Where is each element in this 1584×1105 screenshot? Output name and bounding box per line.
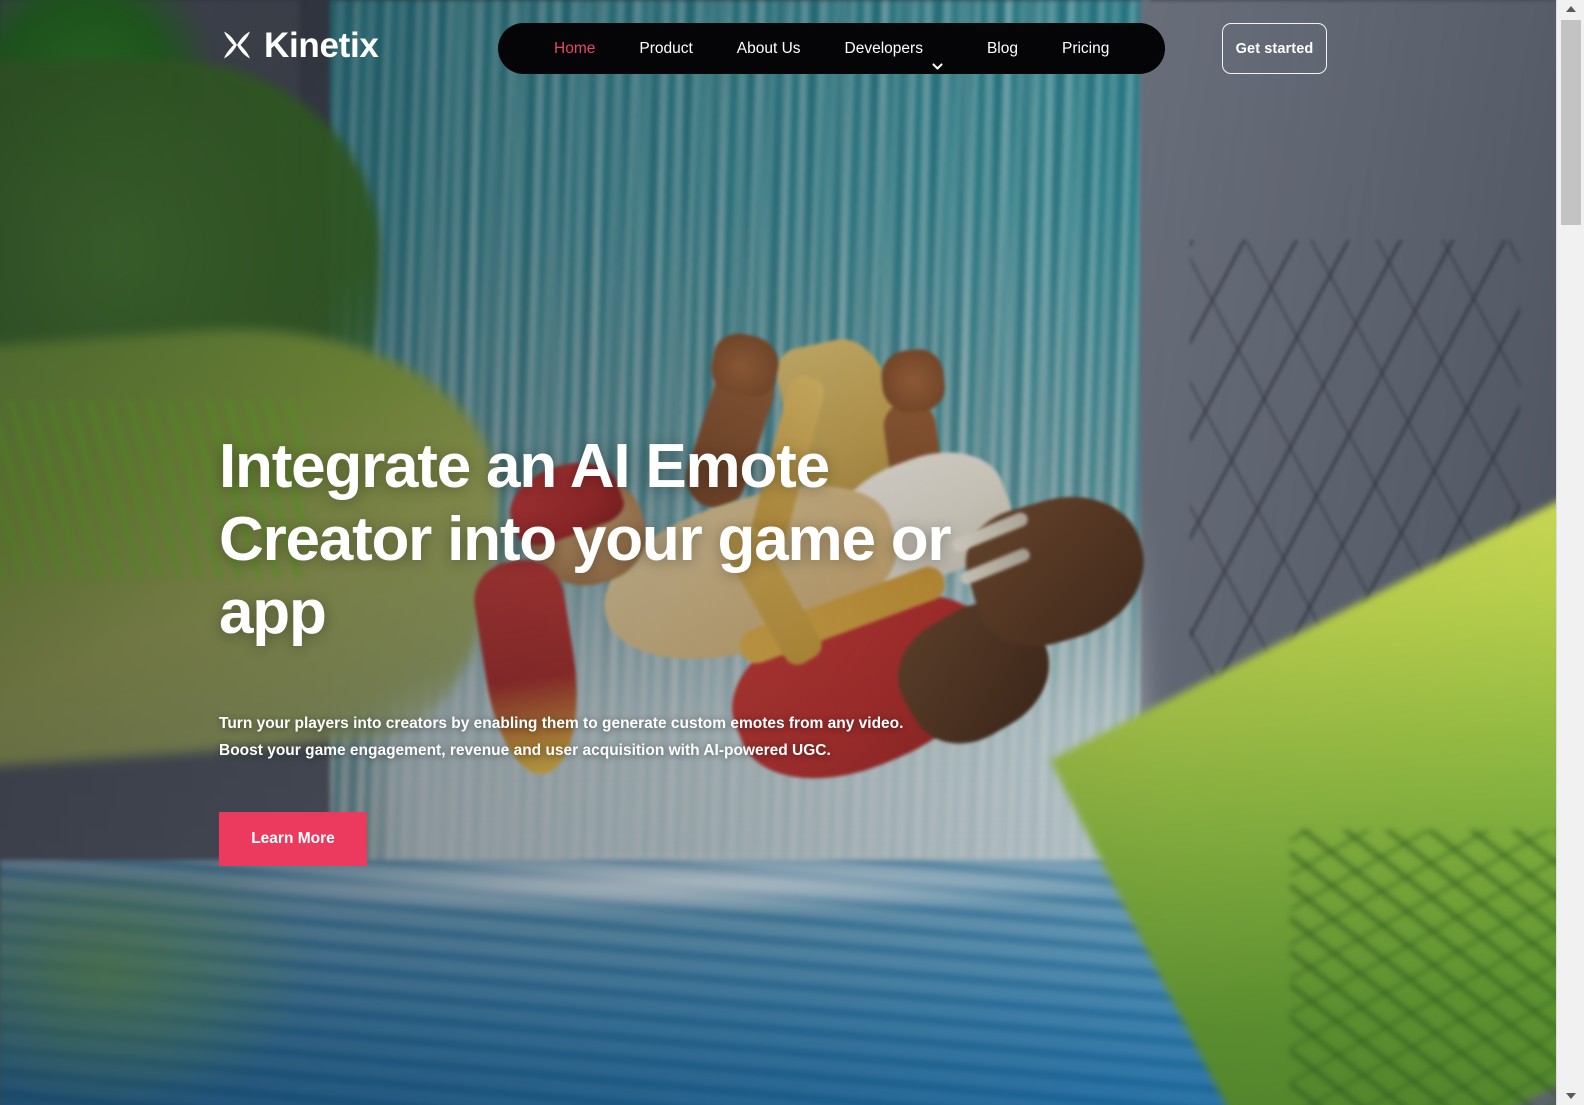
main-navigation: Home Product About Us Developers Blog Pr… xyxy=(498,23,1166,74)
nav-item-developers[interactable]: Developers xyxy=(823,23,965,74)
nav-item-label: Product xyxy=(639,40,693,57)
scroll-up-triangle xyxy=(1566,6,1576,12)
nav-item-label: Home xyxy=(554,40,596,57)
nav-item-blog[interactable]: Blog xyxy=(965,23,1040,74)
scroll-up-arrow-icon[interactable] xyxy=(1557,0,1584,18)
nav-item-pricing[interactable]: Pricing xyxy=(1040,23,1131,74)
get-started-button[interactable]: Get started xyxy=(1222,23,1327,74)
nav-item-label: Blog xyxy=(986,40,1018,57)
browser-viewport: Kinetix Home Product About Us Developers xyxy=(0,0,1556,1105)
scrollbar-thumb[interactable] xyxy=(1561,20,1581,225)
brand-logo[interactable]: Kinetix xyxy=(219,27,379,63)
nav-item-about-us[interactable]: About Us xyxy=(715,23,823,74)
nav-item-label: Developers xyxy=(844,40,923,57)
scroll-down-arrow-icon[interactable] xyxy=(1557,1087,1584,1105)
nav-item-home[interactable]: Home xyxy=(532,23,617,74)
learn-more-button[interactable]: Learn More xyxy=(219,811,367,866)
chevron-down-icon xyxy=(932,42,943,70)
vertical-scrollbar[interactable] xyxy=(1556,0,1584,1105)
nav-item-product[interactable]: Product xyxy=(617,23,714,74)
nav-item-label: About Us xyxy=(736,40,801,57)
site-header: Kinetix Home Product About Us Developers xyxy=(0,0,1556,96)
brand-name: Kinetix xyxy=(264,25,379,65)
hero-subcopy: Turn your players into creators by enabl… xyxy=(219,715,904,760)
page-title: Integrate an AI Emote Creator into your … xyxy=(219,432,952,648)
scroll-down-triangle xyxy=(1566,1093,1576,1099)
hero-content: Integrate an AI Emote Creator into your … xyxy=(219,430,1039,866)
nav-item-label: Pricing xyxy=(1061,40,1110,57)
kinetix-x-logo-icon xyxy=(219,27,255,63)
